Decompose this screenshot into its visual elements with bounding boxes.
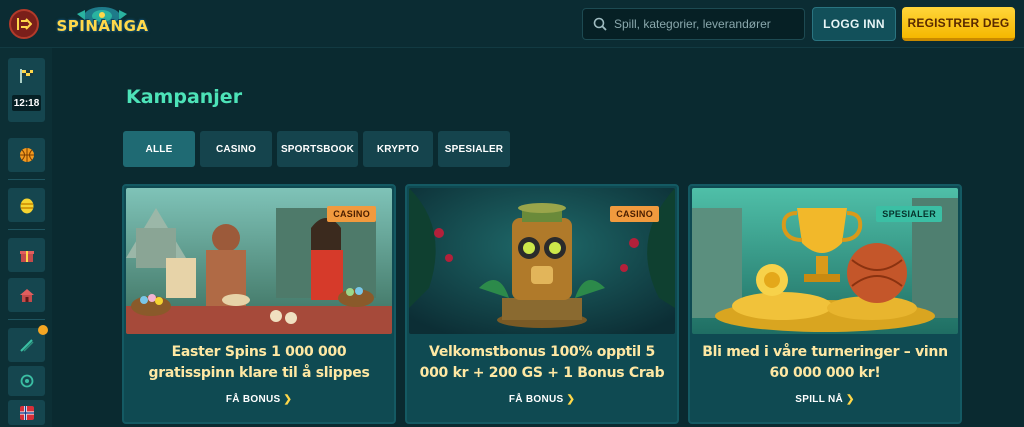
promo-card-title: Bli med i våre turneringer – vinn 60 000… <box>702 344 948 381</box>
search-box[interactable] <box>582 8 805 40</box>
category-badge: CASINO <box>610 206 659 222</box>
flag-norway-icon <box>19 405 34 420</box>
house-icon <box>19 289 34 302</box>
sidebar-item-easter[interactable] <box>8 188 45 222</box>
menu-toggle-button[interactable] <box>9 9 39 39</box>
logo-text: SPINANGA <box>56 17 149 35</box>
chevron-right-icon: ❯ <box>283 394 293 405</box>
filter-tab-casino[interactable]: CASINO <box>200 131 272 167</box>
sidebar-item-promotions[interactable] <box>8 238 45 272</box>
spinanga-logo[interactable]: SPINANGA <box>55 4 150 44</box>
get-bonus-link[interactable]: FÅ BONUS ❯ <box>124 394 394 405</box>
play-now-link[interactable]: SPILL NÅ ❯ <box>690 394 960 405</box>
category-badge: CASINO <box>327 206 376 222</box>
medal-icon <box>20 374 33 388</box>
sidebar-item-sports[interactable] <box>8 138 45 172</box>
register-button[interactable]: REGISTRER DEG <box>902 7 1015 41</box>
sidebar-item-live[interactable]: 12:18 <box>8 58 45 122</box>
filter-tab-specials[interactable]: SPESIALER <box>438 131 510 167</box>
get-bonus-link[interactable]: FÅ BONUS ❯ <box>407 394 677 405</box>
checkered-flag-icon <box>20 69 33 83</box>
cta-label: FÅ BONUS <box>225 394 281 405</box>
filter-tab-krypto[interactable]: KRYPTO <box>363 131 433 167</box>
notification-dot <box>38 325 48 335</box>
tournament-flag-icon <box>19 339 34 352</box>
filter-tab-all[interactable]: ALLE <box>123 131 195 167</box>
search-input[interactable] <box>614 17 804 31</box>
sidebar-item-rewards[interactable] <box>8 366 45 396</box>
filter-tab-sportsbook[interactable]: SPORTSBOOK <box>277 131 358 167</box>
menu-arrow-icon <box>17 18 32 30</box>
sidebar-divider <box>8 179 45 180</box>
promo-card-welcome-bonus[interactable]: CASINO Velkomstbonus 100% opptil 5 000 k… <box>405 184 679 424</box>
login-button[interactable]: LOGG INN <box>812 7 896 41</box>
live-timer: 12:18 <box>12 95 41 111</box>
basketball-icon <box>19 148 34 162</box>
gift-icon <box>19 251 34 262</box>
sidebar-item-tournaments[interactable] <box>8 325 48 362</box>
cta-label: FÅ BONUS <box>508 394 564 405</box>
promo-card-title: Easter Spins 1 000 000 gratisspinn klare… <box>148 344 370 381</box>
cta-label: SPILL NÅ <box>795 394 844 405</box>
chevron-right-icon: ❯ <box>566 394 576 405</box>
easter-egg-icon <box>20 198 33 214</box>
sidebar-divider <box>8 229 45 230</box>
page-title: Kampanjer <box>126 86 243 108</box>
search-icon <box>593 17 607 31</box>
promo-card-title: Velkomstbonus 100% opptil 5 000 kr + 200… <box>419 344 665 381</box>
sidebar-item-language[interactable] <box>8 400 45 425</box>
category-badge: SPESIALER <box>876 206 942 222</box>
promo-card-tournaments[interactable]: SPESIALER Bli med i våre turneringer – v… <box>688 184 962 424</box>
sidebar-divider <box>8 319 45 320</box>
promo-card-easter-spins[interactable]: CASINO Easter Spins 1 000 000 gratisspin… <box>122 184 396 424</box>
left-sidebar: 12:18 <box>0 48 52 427</box>
top-header: SPINANGA LOGG INN REGISTRER DEG <box>0 0 1024 48</box>
sidebar-item-home[interactable] <box>8 278 45 312</box>
chevron-right-icon: ❯ <box>846 394 855 405</box>
